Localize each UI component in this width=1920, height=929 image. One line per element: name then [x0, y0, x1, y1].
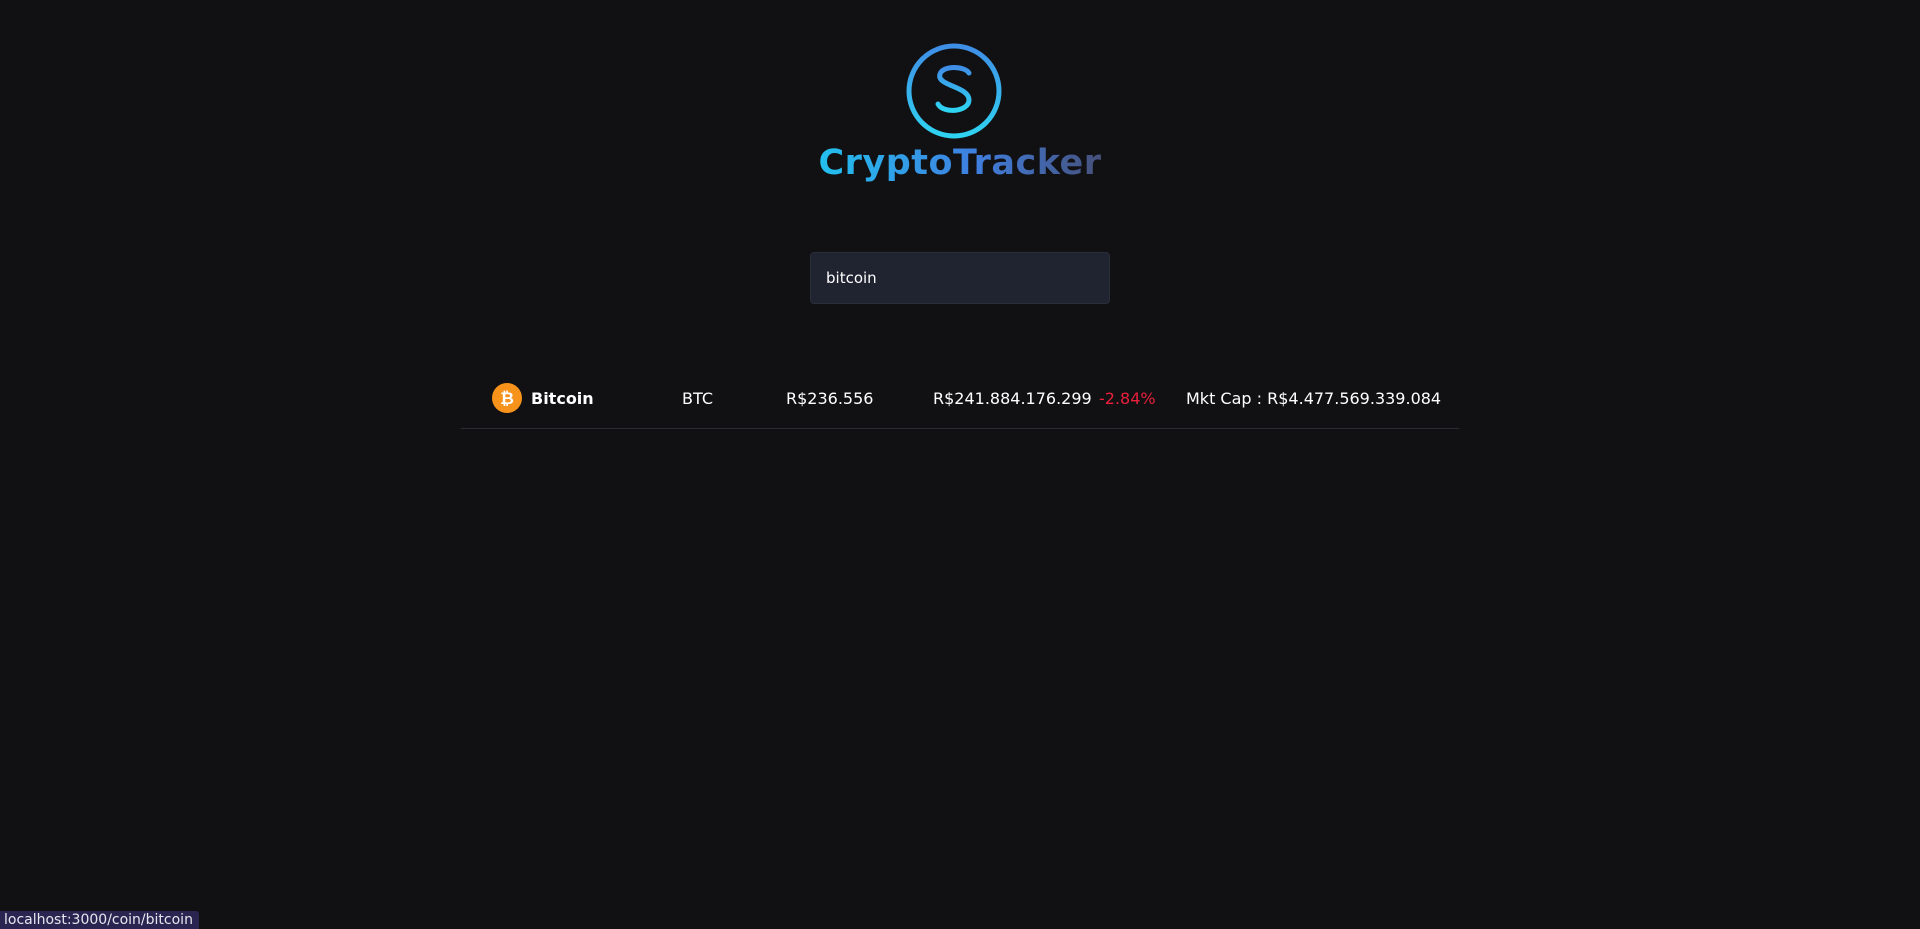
coin-row[interactable]: ₿ Bitcoin BTC R$236.556 R$241.884.176.29…	[461, 372, 1459, 429]
bitcoin-icon: ₿	[492, 372, 522, 424]
brand-name: CryptoTracker	[818, 143, 1102, 183]
svg-text:₿: ₿	[500, 389, 514, 409]
coin-price-change: -2.84%	[1099, 388, 1156, 408]
link-status-bar: localhost:3000/coin/bitcoin	[0, 911, 199, 929]
coin-volume: R$241.884.176.299	[933, 388, 1092, 408]
dollar-circle-icon	[906, 43, 1002, 139]
coin-market-cap: Mkt Cap : R$4.477.569.339.084	[1186, 388, 1442, 408]
coin-price: R$236.556	[786, 388, 874, 408]
logo: CryptoTracker	[0, 40, 1920, 183]
search-input[interactable]	[810, 252, 1110, 304]
page: CryptoTracker ₿ Bitcoin BTC R$236.556 R$…	[0, 0, 1920, 929]
coin-name: Bitcoin	[531, 388, 594, 408]
coin-symbol: BTC	[682, 388, 713, 408]
